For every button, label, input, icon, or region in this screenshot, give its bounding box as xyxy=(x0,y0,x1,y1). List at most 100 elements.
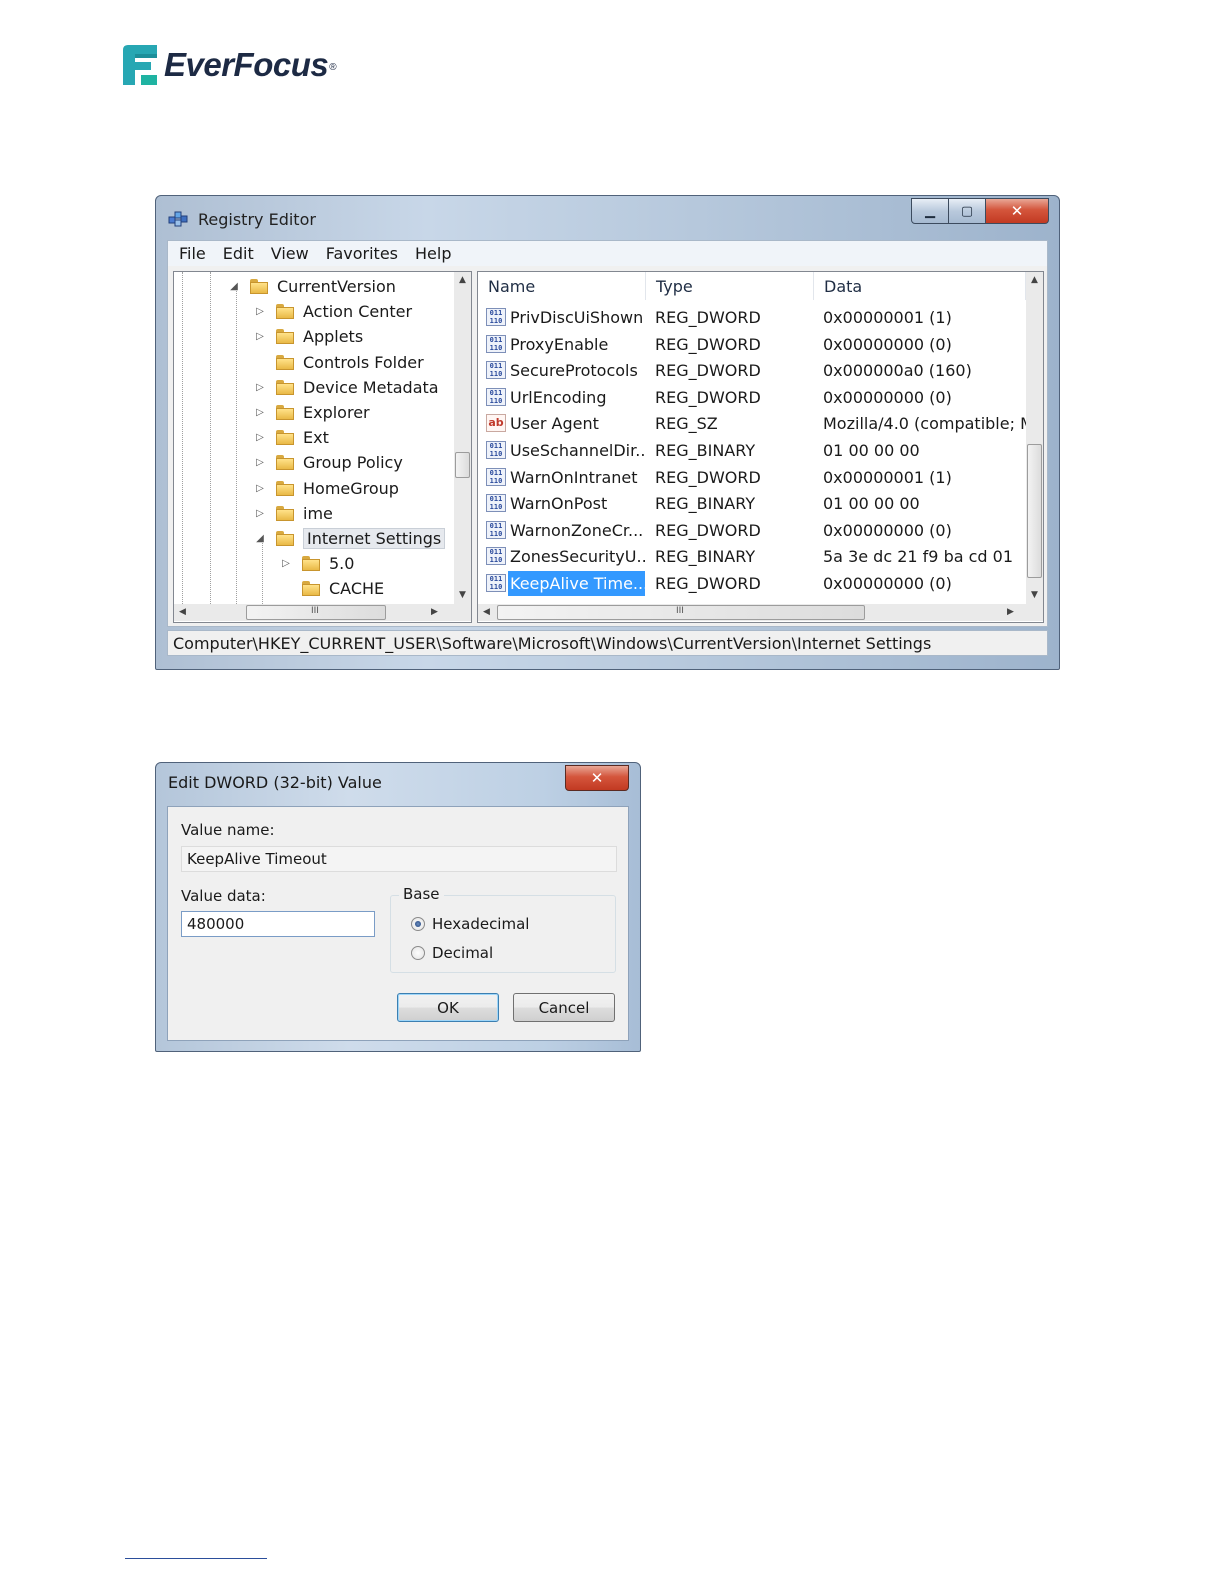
column-header-name[interactable]: Name xyxy=(478,272,646,300)
tree-node-label: Action Center xyxy=(303,302,413,322)
menu-edit[interactable]: Edit xyxy=(223,244,254,263)
value-name: UseSchannelDir... xyxy=(510,441,647,460)
value-row[interactable]: 011 110 UseSchannelDir... REG_BINARY 01 00 … xyxy=(478,438,1028,464)
scroll-down-icon[interactable]: ▼ xyxy=(1026,587,1043,604)
minimize-button[interactable]: ▁ xyxy=(911,198,949,224)
close-button[interactable]: ✕ xyxy=(986,198,1049,224)
scroll-down-icon[interactable]: ▼ xyxy=(454,587,471,604)
scroll-thumb[interactable]: III xyxy=(246,605,386,620)
column-header-data[interactable]: Data xyxy=(814,272,1026,300)
value-name: SecureProtocols xyxy=(510,361,638,381)
close-icon: ✕ xyxy=(590,769,604,787)
collapsed-arrow-icon[interactable]: ▷ xyxy=(254,331,266,342)
collapsed-arrow-icon[interactable]: ▷ xyxy=(254,407,266,418)
hexadecimal-label: Hexadecimal xyxy=(432,915,530,933)
tree-node-label: 5.0 xyxy=(329,554,355,574)
key-tree: ◢ CurrentVersion ▷ Action Center ▷ Applets Con… xyxy=(173,271,472,623)
collapsed-arrow-icon[interactable]: ▷ xyxy=(280,558,292,569)
collapsed-arrow-icon[interactable]: ▷ xyxy=(254,508,266,519)
tree-horizontal-scrollbar[interactable]: ◀ III ▶ xyxy=(174,604,471,621)
collapsed-arrow-icon[interactable]: ▷ xyxy=(254,432,266,443)
value-row[interactable]: 011 110 KeepAlive Time... REG_DWORD 0x00000… xyxy=(478,571,1028,597)
value-name: ZonesSecurityU... xyxy=(510,547,647,567)
cancel-button[interactable]: Cancel xyxy=(513,993,615,1022)
value-data: 0x00000000 (0) xyxy=(823,574,952,593)
value-row[interactable]: 011 110 SecureProtocols REG_DWORD 0x000000a… xyxy=(478,358,1028,384)
value-data-field[interactable]: 480000 xyxy=(181,911,375,937)
tree-node[interactable]: CACHE xyxy=(302,576,384,601)
folder-icon xyxy=(276,304,294,320)
tree-node-label: Explorer xyxy=(303,403,370,422)
value-name: WarnOnPost xyxy=(510,494,608,514)
tree-node[interactable]: ▷ Applets xyxy=(256,324,364,349)
value-row[interactable]: 011 110 UrlEncoding REG_DWORD 0x00000000 (0… xyxy=(478,385,1028,411)
tree-node-label: Applets xyxy=(303,327,364,347)
value-row[interactable]: 011 110 ZonesSecurityU... REG_BINARY 5a 3e … xyxy=(478,544,1028,570)
value-row[interactable]: 011 110 ProxyEnable REG_DWORD 0x00000000 (0… xyxy=(478,332,1028,358)
tree-node[interactable]: ▷ Action Center xyxy=(256,299,413,324)
ok-button[interactable]: OK xyxy=(397,993,499,1022)
scroll-up-icon[interactable]: ▲ xyxy=(1026,272,1043,289)
scroll-right-icon[interactable]: ▶ xyxy=(1002,604,1019,621)
value-row[interactable]: 011 110 PrivDiscUiShown REG_DWORD 0x0000000… xyxy=(478,305,1028,331)
tree-node[interactable]: ▷ 5.0 xyxy=(282,551,355,576)
tree-node[interactable]: ◢ Internet Settings xyxy=(256,526,446,551)
everfocus-logo: EverFocus ® xyxy=(121,43,337,87)
value-type: REG_SZ xyxy=(655,414,718,434)
tree-node[interactable]: ▷ Explorer xyxy=(256,400,370,425)
value-type: REG_BINARY xyxy=(655,494,756,514)
string-value-icon: ab xyxy=(486,414,506,433)
tree-node[interactable]: ▷ HomeGroup xyxy=(256,476,399,501)
menu-favorites[interactable]: Favorites xyxy=(326,244,398,263)
value-type: REG_DWORD xyxy=(655,334,761,354)
scroll-thumb[interactable] xyxy=(1027,444,1042,578)
value-type: REG_DWORD xyxy=(655,361,761,381)
collapsed-arrow-icon[interactable]: ▷ xyxy=(254,457,266,468)
list-vertical-scrollbar[interactable]: ▲ ▼ xyxy=(1026,272,1043,604)
value-row[interactable]: 011 110 WarnOnIntranet REG_DWORD 0x00000001… xyxy=(478,465,1028,491)
scroll-right-icon[interactable]: ▶ xyxy=(426,604,443,621)
value-data-text: 480000 xyxy=(187,915,245,933)
value-data: 0x00000000 (0) xyxy=(823,520,952,540)
value-row[interactable]: 011 110 WarnOnPost REG_BINARY 01 00 00 00 xyxy=(478,491,1028,517)
scroll-left-icon[interactable]: ◀ xyxy=(174,604,191,621)
tree-vertical-scrollbar[interactable]: ▲ ▼ xyxy=(454,272,471,604)
menu-help[interactable]: Help xyxy=(415,244,451,263)
tree-node[interactable]: ◢ CurrentVersion xyxy=(230,274,396,299)
value-name-field[interactable]: KeepAlive Timeout xyxy=(181,846,617,872)
value-name: WarnonZoneCr... xyxy=(510,520,644,540)
scroll-thumb[interactable] xyxy=(455,452,470,478)
scroll-left-icon[interactable]: ◀ xyxy=(478,604,495,621)
edit-dword-dialog: Edit DWORD (32-bit) Value ✕ Value name: … xyxy=(155,762,641,1052)
tree-node[interactable]: Controls Folder xyxy=(276,350,424,375)
decimal-radio[interactable]: Decimal xyxy=(411,944,493,962)
tree-node[interactable]: ▷ Ext xyxy=(256,425,329,450)
value-data: 0x00000000 (0) xyxy=(823,334,952,354)
expanded-arrow-icon[interactable]: ◢ xyxy=(254,533,266,544)
list-horizontal-scrollbar[interactable]: ◀ III ▶ xyxy=(478,604,1043,621)
column-header-type[interactable]: Type xyxy=(646,272,814,300)
scroll-up-icon[interactable]: ▲ xyxy=(454,272,471,289)
value-row[interactable]: 011 110 WarnonZoneCr... REG_DWORD 0x0000000… xyxy=(478,518,1028,544)
collapsed-arrow-icon[interactable]: ▷ xyxy=(254,306,266,317)
collapsed-arrow-icon[interactable]: ▷ xyxy=(254,382,266,393)
folder-icon xyxy=(276,329,294,345)
scroll-thumb[interactable]: III xyxy=(497,605,865,620)
hexadecimal-radio[interactable]: Hexadecimal xyxy=(411,915,529,933)
value-data: 0x00000000 (0) xyxy=(823,387,952,407)
menu-view[interactable]: View xyxy=(271,244,309,263)
value-type: REG_DWORD xyxy=(655,574,761,593)
binary-value-icon: 011 110 xyxy=(486,387,506,406)
collapsed-arrow-icon[interactable]: ▷ xyxy=(254,483,266,494)
menu-file[interactable]: File xyxy=(179,244,206,263)
tree-node[interactable]: ▷ ime xyxy=(256,501,333,526)
everfocus-logo-text: EverFocus xyxy=(164,46,329,83)
dialog-close-button[interactable]: ✕ xyxy=(565,765,629,791)
tree-node[interactable]: ▷ Group Policy xyxy=(256,450,403,475)
expanded-arrow-icon[interactable]: ◢ xyxy=(228,281,240,292)
maximize-button[interactable]: ▢ xyxy=(949,198,986,224)
value-data: 0x00000001 (1) xyxy=(823,308,952,327)
value-row[interactable]: ab User Agent REG_SZ Mozilla/4.0 (compatibl… xyxy=(478,411,1028,437)
folder-icon xyxy=(276,531,294,546)
tree-node[interactable]: ▷ Device Metadata xyxy=(256,375,438,400)
